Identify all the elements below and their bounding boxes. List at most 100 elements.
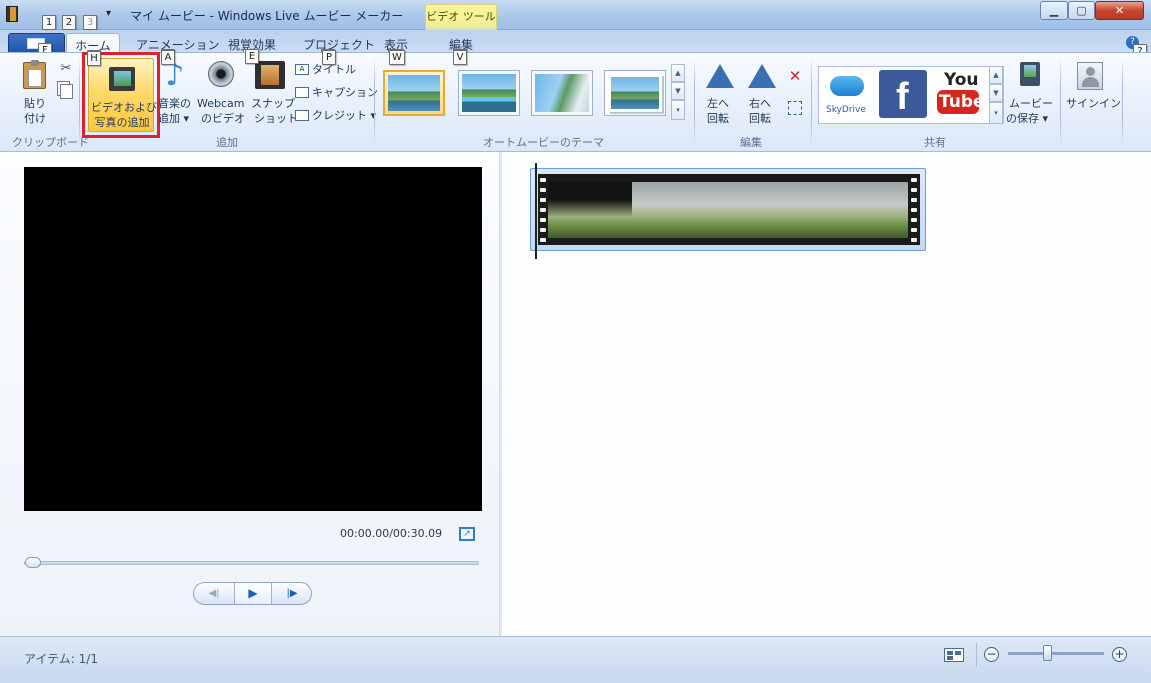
theme-thumbnail bbox=[462, 74, 516, 112]
clipboard-icon bbox=[23, 60, 46, 89]
quick-access-toolbar: 1 2 3 ▾ bbox=[28, 6, 120, 30]
seek-bar[interactable] bbox=[24, 561, 479, 565]
group-separator bbox=[374, 58, 375, 146]
thumbnail-size-icon[interactable] bbox=[944, 648, 964, 662]
share-gallery-scroll-down[interactable]: ▼ bbox=[989, 84, 1003, 102]
tab-project[interactable]: プロジェクト P bbox=[297, 33, 381, 64]
sign-in-label: サインイン bbox=[1066, 97, 1121, 110]
zoom-slider[interactable] bbox=[1008, 652, 1104, 655]
themes-group-label: オートムービーのテーマ bbox=[483, 136, 604, 149]
seek-thumb[interactable] bbox=[25, 557, 41, 568]
keytip-add-music: A bbox=[161, 50, 175, 65]
zoom-slider-thumb[interactable] bbox=[1042, 645, 1052, 661]
pane-splitter[interactable] bbox=[499, 152, 502, 636]
remove-icon[interactable]: ✕ bbox=[787, 68, 803, 84]
snapshot-icon bbox=[255, 61, 285, 89]
close-button[interactable]: ✕ bbox=[1095, 1, 1144, 20]
caption-icon bbox=[295, 87, 309, 98]
film-sprocket bbox=[911, 208, 917, 212]
rotate-left-label-1: 左へ bbox=[707, 97, 729, 110]
status-bar bbox=[0, 636, 1151, 683]
playhead-cursor[interactable] bbox=[535, 163, 537, 259]
facebook-logo-icon: f bbox=[896, 76, 909, 118]
file-menu-button[interactable]: F bbox=[8, 33, 65, 58]
film-sprocket bbox=[911, 238, 917, 242]
add-video-photo-highlight: ビデオおよび 写真の追加 bbox=[88, 58, 157, 132]
copy-icon[interactable] bbox=[60, 84, 73, 99]
theme-option-contemporary[interactable] bbox=[458, 70, 520, 116]
save-movie-icon bbox=[1020, 62, 1040, 86]
theme-option-pan-zoom[interactable] bbox=[604, 70, 666, 116]
keytip-themes: W bbox=[389, 50, 405, 65]
zoom-out-button[interactable]: − bbox=[984, 647, 999, 662]
select-all-icon[interactable] bbox=[788, 101, 802, 115]
rotate-right-button[interactable]: 右へ 回転 bbox=[744, 58, 780, 128]
keytip-themes-v: V bbox=[453, 50, 467, 65]
minimize-button[interactable]: ▁ bbox=[1040, 1, 1068, 20]
film-sprocket bbox=[540, 208, 546, 212]
share-gallery-scroll-up[interactable]: ▲ bbox=[989, 66, 1003, 84]
youtube-button[interactable]: You Tube bbox=[934, 70, 985, 118]
next-frame-button[interactable]: |▶ bbox=[272, 583, 312, 604]
film-sprocket bbox=[911, 218, 917, 222]
theme-thumbnail bbox=[535, 74, 589, 112]
customize-quick-access-icon[interactable]: ▾ bbox=[106, 8, 111, 19]
film-sprocket bbox=[540, 178, 546, 182]
tab-home[interactable]: ホーム H bbox=[66, 33, 120, 65]
keytip-add-video: H bbox=[87, 51, 101, 66]
caption-button[interactable]: キャプション bbox=[294, 85, 378, 103]
theme-gallery-more[interactable]: ▾ bbox=[671, 100, 685, 120]
clip-frame bbox=[548, 182, 632, 238]
play-button[interactable]: ▶ bbox=[234, 583, 272, 604]
fullscreen-preview-button[interactable]: ↗ bbox=[459, 527, 475, 541]
film-sprocket bbox=[540, 198, 546, 202]
add-music-label-1: 音楽の bbox=[158, 97, 191, 110]
add-music-label-2: 追加 ▾ bbox=[158, 112, 190, 125]
preview-monitor[interactable] bbox=[24, 167, 482, 511]
previous-frame-button[interactable]: ◀| bbox=[194, 583, 234, 604]
film-sprocket bbox=[911, 228, 917, 232]
maximize-button[interactable]: ▢ bbox=[1068, 1, 1095, 20]
keytip-snapshot: E bbox=[245, 49, 259, 64]
paste-label-2: 付け bbox=[24, 112, 46, 125]
skydrive-button[interactable]: SkyDrive bbox=[821, 70, 873, 120]
credits-label: クレジット ▾ bbox=[312, 109, 377, 122]
snapshot-button[interactable]: E スナップ ショット bbox=[245, 49, 298, 128]
snapshot-label-1: スナップ bbox=[251, 97, 295, 110]
cut-icon[interactable]: ✂ bbox=[59, 61, 73, 77]
theme-gallery-scroll-up[interactable]: ▲ bbox=[671, 64, 685, 82]
rotate-left-icon bbox=[706, 64, 734, 88]
theme-thumbnail bbox=[608, 74, 662, 112]
skydrive-cloud-icon bbox=[830, 76, 864, 96]
app-icon[interactable] bbox=[6, 6, 18, 22]
credits-button[interactable]: クレジット ▾ bbox=[294, 108, 377, 126]
title-icon: A bbox=[295, 64, 309, 75]
snapshot-label-2: ショット bbox=[254, 112, 298, 125]
rotate-left-button[interactable]: 左へ 回転 bbox=[702, 58, 738, 128]
webcam-video-button[interactable]: Webcam のビデオ bbox=[195, 58, 247, 128]
skydrive-label: SkyDrive bbox=[826, 105, 866, 115]
theme-gallery-scroll-down[interactable]: ▼ bbox=[671, 82, 685, 100]
theme-option-fade[interactable] bbox=[531, 70, 593, 116]
save-movie-button[interactable]: ムービー の保存 ▾ bbox=[1006, 58, 1056, 128]
film-sprocket bbox=[911, 178, 917, 182]
edit-group-label: 編集 bbox=[740, 136, 762, 149]
tab-animation-label: アニメーション bbox=[136, 38, 220, 52]
zoom-in-button[interactable]: + bbox=[1112, 647, 1127, 662]
tab-project-label: プロジェクト bbox=[303, 38, 376, 52]
status-separator bbox=[976, 643, 977, 667]
rotate-right-icon bbox=[748, 64, 776, 88]
group-separator bbox=[1122, 58, 1123, 146]
clip-frame bbox=[728, 182, 824, 238]
theme-option-default[interactable] bbox=[383, 70, 445, 116]
facebook-button[interactable]: f bbox=[879, 70, 927, 118]
paste-button[interactable]: 貼り 付け bbox=[18, 58, 54, 128]
clipboard-group-label: クリップボード bbox=[12, 136, 89, 149]
add-music-button[interactable]: ♪ 音楽の 追加 ▾ bbox=[158, 58, 192, 128]
share-gallery-more[interactable]: ▾ bbox=[989, 102, 1003, 124]
sign-in-button[interactable]: サインイン bbox=[1064, 58, 1121, 128]
filmstrip-photo-icon bbox=[109, 67, 135, 91]
tab-animation[interactable]: アニメーション A bbox=[130, 33, 226, 64]
paste-label-1: 貼り bbox=[24, 97, 46, 110]
group-separator bbox=[694, 58, 695, 146]
